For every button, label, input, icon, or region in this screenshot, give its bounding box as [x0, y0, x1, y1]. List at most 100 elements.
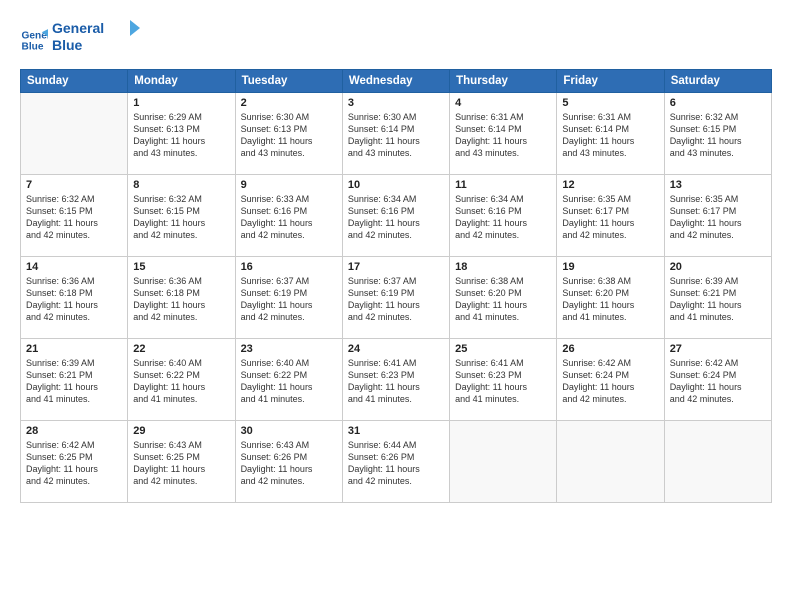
calendar-table: SundayMondayTuesdayWednesdayThursdayFrid… [20, 69, 772, 503]
calendar-cell: 23 Sunrise: 6:40 AM Sunset: 6:22 PM Dayli… [235, 339, 342, 421]
calendar-cell [557, 421, 664, 503]
day-number: 14 [26, 261, 122, 273]
page: General Blue General Blue SundayMondayTu… [0, 0, 792, 612]
calendar-cell: 12 Sunrise: 6:35 AM Sunset: 6:17 PM Dayli… [557, 175, 664, 257]
calendar-cell: 1 Sunrise: 6:29 AM Sunset: 6:13 PM Daylig… [128, 93, 235, 175]
calendar-cell: 9Sunrise: 6:33 AM Sunset: 6:16 PM Daylig… [235, 175, 342, 257]
day-info: Sunrise: 6:44 AM Sunset: 6:26 PM Dayligh… [348, 439, 444, 488]
day-number: 10 [348, 179, 444, 191]
day-info: Sunrise: 6:42 AM Sunset: 6:25 PM Dayligh… [26, 439, 122, 488]
week-row-1: 7 Sunrise: 6:32 AM Sunset: 6:15 PM Daylig… [21, 175, 772, 257]
week-row-3: 21Sunrise: 6:39 AM Sunset: 6:21 PM Dayli… [21, 339, 772, 421]
col-header-thursday: Thursday [450, 70, 557, 93]
day-info: Sunrise: 6:36 AM Sunset: 6:18 PM Dayligh… [133, 275, 229, 324]
day-number: 1 [133, 97, 229, 109]
logo: General Blue General Blue [20, 18, 142, 61]
calendar-cell: 24 Sunrise: 6:41 AM Sunset: 6:23 PM Dayli… [342, 339, 449, 421]
day-number: 27 [670, 343, 766, 355]
day-info: Sunrise: 6:32 AM Sunset: 6:15 PM Dayligh… [26, 193, 122, 242]
day-info: Sunrise: 6:35 AM Sunset: 6:17 PM Dayligh… [562, 193, 658, 242]
day-info: Sunrise: 6:41 AM Sunset: 6:23 PM Dayligh… [455, 357, 551, 406]
calendar-cell: 8 Sunrise: 6:32 AM Sunset: 6:15 PM Daylig… [128, 175, 235, 257]
col-header-monday: Monday [128, 70, 235, 93]
day-number: 22 [133, 343, 229, 355]
day-number: 7 [26, 179, 122, 191]
col-header-tuesday: Tuesday [235, 70, 342, 93]
calendar-cell: 27 Sunrise: 6:42 AM Sunset: 6:24 PM Dayli… [664, 339, 771, 421]
week-row-2: 14 Sunrise: 6:36 AM Sunset: 6:18 PM Dayli… [21, 257, 772, 339]
day-info: Sunrise: 6:34 AM Sunset: 6:16 PM Dayligh… [348, 193, 444, 242]
day-info: Sunrise: 6:39 AM Sunset: 6:21 PM Dayligh… [26, 357, 122, 406]
day-number: 4 [455, 97, 551, 109]
day-info: Sunrise: 6:43 AM Sunset: 6:26 PM Dayligh… [241, 439, 337, 488]
day-info: Sunrise: 6:38 AM Sunset: 6:20 PM Dayligh… [455, 275, 551, 324]
day-info: Sunrise: 6:43 AM Sunset: 6:25 PM Dayligh… [133, 439, 229, 488]
calendar-cell: 26 Sunrise: 6:42 AM Sunset: 6:24 PM Dayli… [557, 339, 664, 421]
day-info: Sunrise: 6:29 AM Sunset: 6:13 PM Dayligh… [133, 111, 229, 160]
calendar-cell: 10 Sunrise: 6:34 AM Sunset: 6:16 PM Dayli… [342, 175, 449, 257]
day-number: 26 [562, 343, 658, 355]
logo-svg: General Blue [52, 18, 142, 56]
calendar-cell: 3 Sunrise: 6:30 AM Sunset: 6:14 PM Daylig… [342, 93, 449, 175]
calendar-cell: 22 Sunrise: 6:40 AM Sunset: 6:22 PM Dayli… [128, 339, 235, 421]
day-number: 29 [133, 425, 229, 437]
calendar-cell: 31 Sunrise: 6:44 AM Sunset: 6:26 PM Dayli… [342, 421, 449, 503]
day-number: 15 [133, 261, 229, 273]
day-info: Sunrise: 6:30 AM Sunset: 6:14 PM Dayligh… [348, 111, 444, 160]
day-info: Sunrise: 6:41 AM Sunset: 6:23 PM Dayligh… [348, 357, 444, 406]
svg-text:Blue: Blue [52, 37, 83, 53]
day-info: Sunrise: 6:32 AM Sunset: 6:15 PM Dayligh… [133, 193, 229, 242]
calendar-cell: 30 Sunrise: 6:43 AM Sunset: 6:26 PM Dayli… [235, 421, 342, 503]
calendar-cell: 21Sunrise: 6:39 AM Sunset: 6:21 PM Dayli… [21, 339, 128, 421]
day-number: 17 [348, 261, 444, 273]
day-info: Sunrise: 6:39 AM Sunset: 6:21 PM Dayligh… [670, 275, 766, 324]
day-info: Sunrise: 6:37 AM Sunset: 6:19 PM Dayligh… [348, 275, 444, 324]
col-header-sunday: Sunday [21, 70, 128, 93]
day-number: 18 [455, 261, 551, 273]
calendar-header-row: SundayMondayTuesdayWednesdayThursdayFrid… [21, 70, 772, 93]
calendar-cell: 25 Sunrise: 6:41 AM Sunset: 6:23 PM Dayli… [450, 339, 557, 421]
calendar-cell: 5 Sunrise: 6:31 AM Sunset: 6:14 PM Daylig… [557, 93, 664, 175]
day-number: 9 [241, 179, 337, 191]
calendar-cell [450, 421, 557, 503]
day-number: 8 [133, 179, 229, 191]
day-info: Sunrise: 6:32 AM Sunset: 6:15 PM Dayligh… [670, 111, 766, 160]
day-info: Sunrise: 6:38 AM Sunset: 6:20 PM Dayligh… [562, 275, 658, 324]
day-number: 6 [670, 97, 766, 109]
day-info: Sunrise: 6:42 AM Sunset: 6:24 PM Dayligh… [670, 357, 766, 406]
day-info: Sunrise: 6:35 AM Sunset: 6:17 PM Dayligh… [670, 193, 766, 242]
day-number: 13 [670, 179, 766, 191]
day-number: 30 [241, 425, 337, 437]
day-info: Sunrise: 6:40 AM Sunset: 6:22 PM Dayligh… [241, 357, 337, 406]
day-info: Sunrise: 6:42 AM Sunset: 6:24 PM Dayligh… [562, 357, 658, 406]
week-row-0: 1 Sunrise: 6:29 AM Sunset: 6:13 PM Daylig… [21, 93, 772, 175]
svg-text:Blue: Blue [22, 41, 44, 52]
day-number: 2 [241, 97, 337, 109]
day-info: Sunrise: 6:34 AM Sunset: 6:16 PM Dayligh… [455, 193, 551, 242]
calendar-cell: 7 Sunrise: 6:32 AM Sunset: 6:15 PM Daylig… [21, 175, 128, 257]
day-number: 5 [562, 97, 658, 109]
calendar-cell: 4 Sunrise: 6:31 AM Sunset: 6:14 PM Daylig… [450, 93, 557, 175]
day-info: Sunrise: 6:30 AM Sunset: 6:13 PM Dayligh… [241, 111, 337, 160]
day-number: 23 [241, 343, 337, 355]
header: General Blue General Blue [20, 18, 772, 61]
day-info: Sunrise: 6:40 AM Sunset: 6:22 PM Dayligh… [133, 357, 229, 406]
day-info: Sunrise: 6:31 AM Sunset: 6:14 PM Dayligh… [455, 111, 551, 160]
svg-text:General: General [52, 20, 104, 36]
calendar-cell: 29 Sunrise: 6:43 AM Sunset: 6:25 PM Dayli… [128, 421, 235, 503]
calendar-cell: 19Sunrise: 6:38 AM Sunset: 6:20 PM Dayli… [557, 257, 664, 339]
day-number: 16 [241, 261, 337, 273]
calendar-cell: 18 Sunrise: 6:38 AM Sunset: 6:20 PM Dayli… [450, 257, 557, 339]
calendar-cell: 15 Sunrise: 6:36 AM Sunset: 6:18 PM Dayli… [128, 257, 235, 339]
calendar-cell: 2 Sunrise: 6:30 AM Sunset: 6:13 PM Daylig… [235, 93, 342, 175]
day-number: 25 [455, 343, 551, 355]
day-number: 28 [26, 425, 122, 437]
day-number: 3 [348, 97, 444, 109]
day-number: 31 [348, 425, 444, 437]
day-number: 24 [348, 343, 444, 355]
day-info: Sunrise: 6:31 AM Sunset: 6:14 PM Dayligh… [562, 111, 658, 160]
col-header-saturday: Saturday [664, 70, 771, 93]
day-number: 12 [562, 179, 658, 191]
calendar-cell: 16Sunrise: 6:37 AM Sunset: 6:19 PM Dayli… [235, 257, 342, 339]
col-header-wednesday: Wednesday [342, 70, 449, 93]
